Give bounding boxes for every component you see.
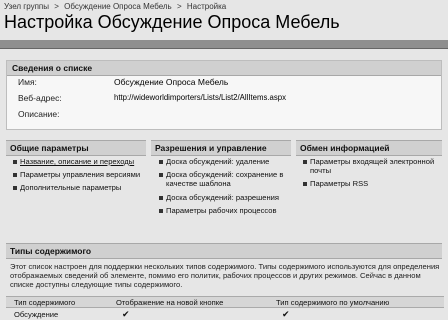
link-versioning-settings[interactable]: Параметры управления версиями <box>12 170 148 179</box>
link-label: Параметры рабочих процессов <box>166 205 277 215</box>
breadcrumb-item-list[interactable]: Обсуждение Опроса Мебель <box>64 2 172 11</box>
content-types-heading: Типы содержимого <box>6 243 442 259</box>
link-save-as-template[interactable]: Доска обсуждений: сохранение в качестве … <box>158 170 292 188</box>
content-types-table-header: Тип содержимого Отображение на новой кно… <box>6 296 444 308</box>
column-header-default: Тип содержимого по умолчанию <box>276 298 390 307</box>
visible-on-new-check-icon: ✔ <box>122 309 130 319</box>
breadcrumb-item-current: Настройка <box>186 2 227 11</box>
column-header-visible-on-new: Отображение на новой кнопке <box>116 298 224 307</box>
table-row: Обсуждение ✔ ✔ <box>6 309 444 320</box>
list-name-value: Обсуждение Опроса Мебель <box>114 77 229 87</box>
link-label: Дополнительные параметры <box>20 183 122 193</box>
link-title-description-navigation[interactable]: Название, описание и переходы <box>12 157 148 166</box>
content-types-description: Этот список настроен для поддержки неско… <box>10 262 440 290</box>
breadcrumb-separator: > <box>176 2 182 11</box>
list-url-value[interactable]: http://wideworldimporters/Lists/List2/Al… <box>114 93 286 102</box>
link-incoming-email-settings[interactable]: Параметры входящей электронной почты <box>302 157 440 175</box>
link-workflow-settings[interactable]: Параметры рабочих процессов <box>158 206 292 215</box>
title-divider-bar <box>0 40 448 49</box>
list-information-heading: Сведения о списке <box>7 61 441 76</box>
link-label: Параметры входящей электронной почты <box>310 157 435 176</box>
link-label: Название, описание и переходы <box>20 157 135 166</box>
link-label: Параметры управления версиями <box>20 170 141 180</box>
default-check-icon: ✔ <box>282 309 290 319</box>
page-title: Настройка Обсуждение Опроса Мебель <box>4 12 340 32</box>
breadcrumb-separator: > <box>54 2 59 11</box>
link-board-permissions[interactable]: Доска обсуждений: разрешения <box>158 193 292 202</box>
link-advanced-settings[interactable]: Дополнительные параметры <box>12 183 148 192</box>
link-label: Параметры RSS <box>310 179 369 189</box>
section-heading-general-settings: Общие параметры <box>6 140 146 156</box>
link-rss-settings[interactable]: Параметры RSS <box>302 179 440 188</box>
link-delete-discussion-board[interactable]: Доска обсуждений: удаление <box>158 157 292 166</box>
column-header-content-type: Тип содержимого <box>14 298 76 307</box>
link-label: Доска обсуждений: разрешения <box>166 192 280 202</box>
communications-links: Параметры входящей электронной почты Пар… <box>302 157 440 193</box>
breadcrumb: Узел группы > Обсуждение Опроса Мебель >… <box>4 2 444 11</box>
general-settings-links: Название, описание и переходы Параметры … <box>12 157 148 197</box>
link-label: Доска обсуждений: удаление <box>166 157 270 166</box>
list-description-label: Описание: <box>18 109 60 119</box>
list-name-label: Имя: <box>18 77 37 87</box>
list-url-label: Веб-адрес: <box>18 93 62 103</box>
breadcrumb-item-site[interactable]: Узел группы <box>4 2 49 11</box>
section-heading-permissions-management: Разрешения и управление <box>151 140 291 156</box>
link-label: Доска обсуждений: сохранение в качестве … <box>166 170 284 189</box>
section-heading-communications: Обмен информацией <box>296 140 442 156</box>
content-type-name-link[interactable]: Обсуждение <box>14 310 58 319</box>
permissions-management-links: Доска обсуждений: удаление Доска обсужде… <box>158 157 292 219</box>
